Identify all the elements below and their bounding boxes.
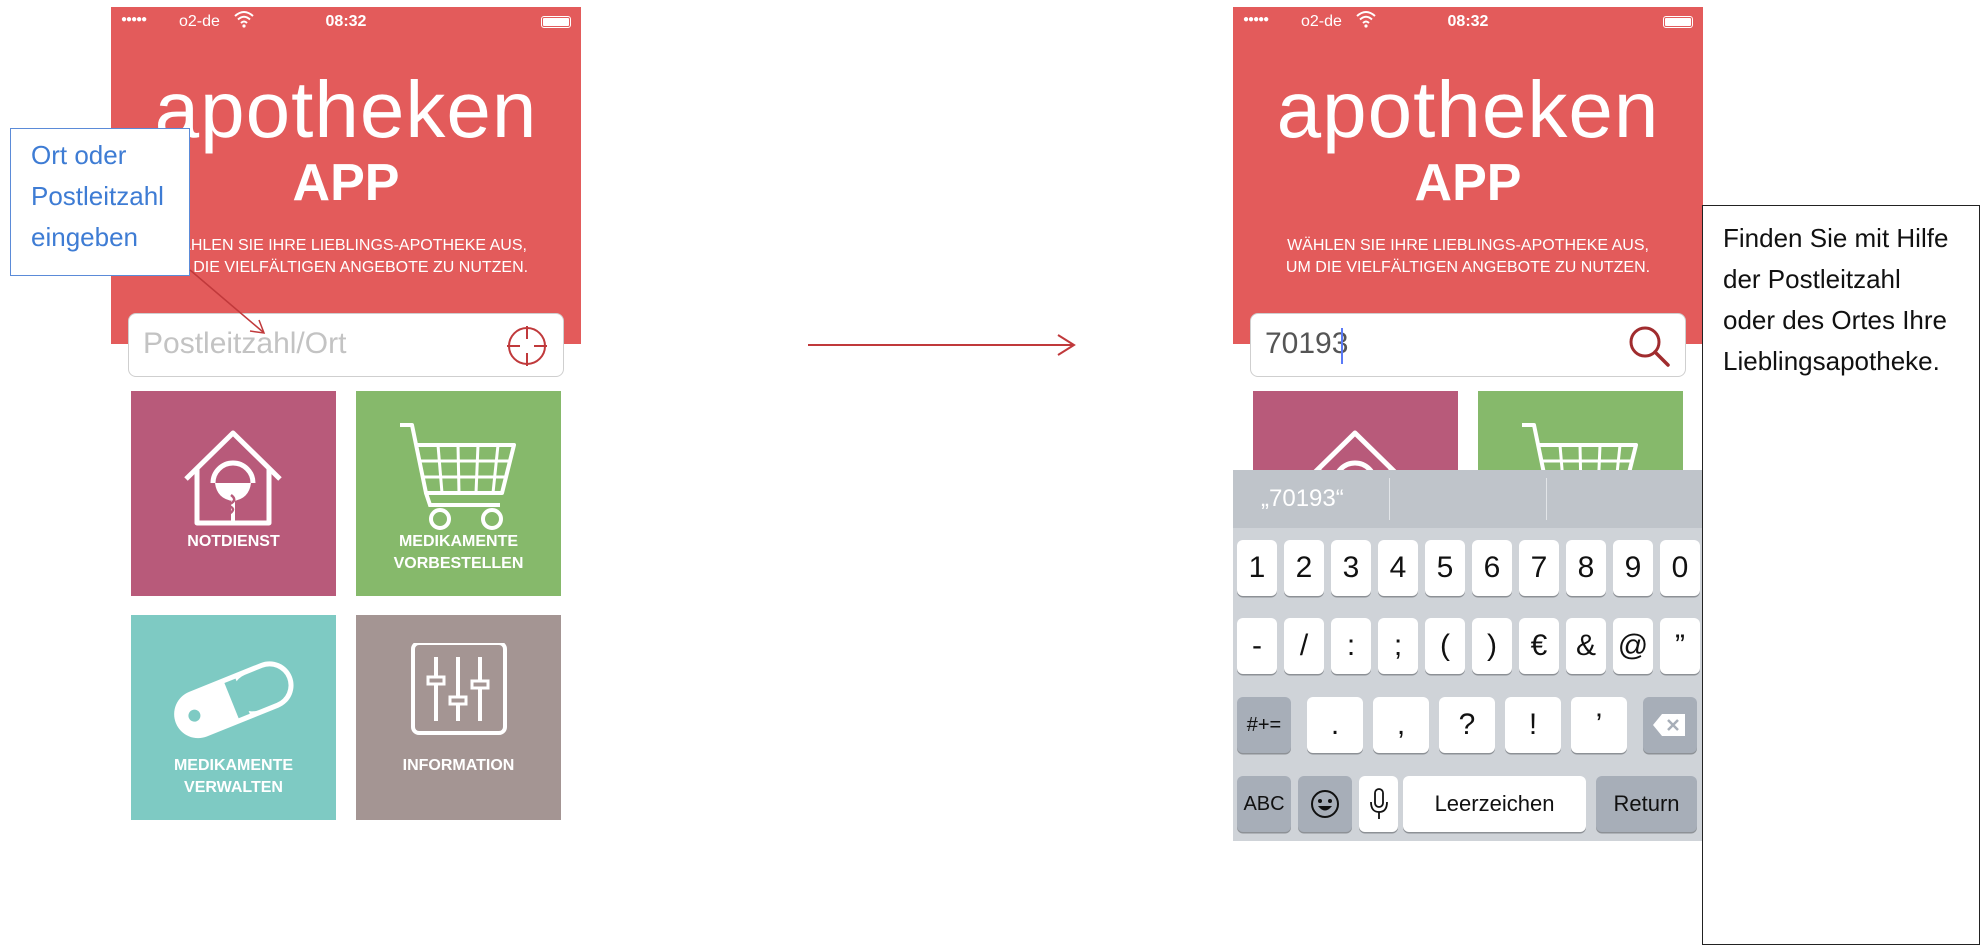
suggestion-item[interactable]: „70193“ — [1261, 470, 1344, 528]
key-2[interactable]: 2 — [1284, 540, 1324, 596]
backspace-icon[interactable] — [1643, 697, 1697, 753]
key-exclamation[interactable]: ! — [1505, 697, 1561, 753]
key-colon[interactable]: : — [1331, 618, 1371, 674]
key-minus[interactable]: - — [1237, 618, 1277, 674]
tagline: WÄHLEN SIE IHRE LIEBLINGS-APOTHEKE AUS, … — [1233, 235, 1703, 279]
header-banner: ●●●●● o2-de 08:32 apotheken APP WÄHLEN S… — [1233, 7, 1703, 344]
key-7[interactable]: 7 — [1519, 540, 1559, 596]
key-abc[interactable]: ABC — [1237, 776, 1291, 832]
key-euro[interactable]: € — [1519, 618, 1559, 674]
tagline-line: UM DIE VIELFÄLTIGEN ANGEBOTE ZU NUTZEN. — [1285, 259, 1651, 276]
on-screen-keyboard: „70193“ 1 2 3 4 5 6 7 8 9 0 - / : ; ( ) … — [1233, 470, 1703, 841]
key-6[interactable]: 6 — [1472, 540, 1512, 596]
suggestion-divider — [1389, 478, 1390, 520]
key-slash[interactable]: / — [1284, 618, 1324, 674]
tagline-line: WÄHLEN SIE IHRE LIEBLINGS-APOTHEKE AUS, — [1287, 237, 1649, 254]
key-5[interactable]: 5 — [1425, 540, 1465, 596]
search-icon[interactable] — [1627, 324, 1671, 368]
description-line: oder des Ortes Ihre — [1723, 305, 1947, 335]
app-subtitle: APP — [1414, 154, 1522, 212]
key-question[interactable]: ? — [1439, 697, 1495, 753]
key-paren-close[interactable]: ) — [1472, 618, 1512, 674]
key-quote[interactable]: ” — [1660, 618, 1700, 674]
description-line: Lieblingsapotheke. — [1723, 346, 1940, 376]
key-space[interactable]: Leerzeichen — [1403, 776, 1586, 832]
suggestion-divider — [1546, 478, 1547, 520]
key-8[interactable]: 8 — [1566, 540, 1606, 596]
key-1[interactable]: 1 — [1237, 540, 1277, 596]
key-paren-open[interactable]: ( — [1425, 618, 1465, 674]
suggestion-bar: „70193“ — [1233, 470, 1703, 528]
emoji-icon[interactable] — [1298, 776, 1352, 832]
callout-leader-line — [189, 269, 264, 333]
text-cursor — [1341, 328, 1343, 364]
key-period[interactable]: . — [1307, 697, 1363, 753]
microphone-icon[interactable] — [1359, 776, 1398, 832]
key-more-symbols[interactable]: #+= — [1237, 697, 1291, 753]
key-4[interactable]: 4 — [1378, 540, 1418, 596]
status-bar: ●●●●● o2-de 08:32 — [1233, 7, 1703, 37]
key-semicolon[interactable]: ; — [1378, 618, 1418, 674]
description-line: Finden Sie mit Hilfe — [1723, 223, 1949, 253]
description-line: der Postleitzahl — [1723, 264, 1901, 294]
search-field[interactable] — [1250, 313, 1686, 377]
key-comma[interactable]: , — [1373, 697, 1429, 753]
key-0[interactable]: 0 — [1660, 540, 1700, 596]
status-time: 08:32 — [1447, 13, 1489, 30]
key-3[interactable]: 3 — [1331, 540, 1371, 596]
key-apostrophe[interactable]: ’ — [1571, 697, 1627, 753]
key-9[interactable]: 9 — [1613, 540, 1653, 596]
key-at[interactable]: @ — [1613, 618, 1653, 674]
description-box: Finden Sie mit Hilfe der Postleitzahl od… — [1702, 205, 1980, 945]
app-title: apotheken — [1276, 65, 1660, 154]
phone-screen-right: ●●●●● o2-de 08:32 apotheken APP WÄHLEN S… — [1233, 7, 1703, 841]
key-ampersand[interactable]: & — [1566, 618, 1606, 674]
battery-icon — [1663, 16, 1693, 28]
search-input[interactable] — [1265, 324, 1605, 364]
key-return[interactable]: Return — [1596, 776, 1697, 832]
